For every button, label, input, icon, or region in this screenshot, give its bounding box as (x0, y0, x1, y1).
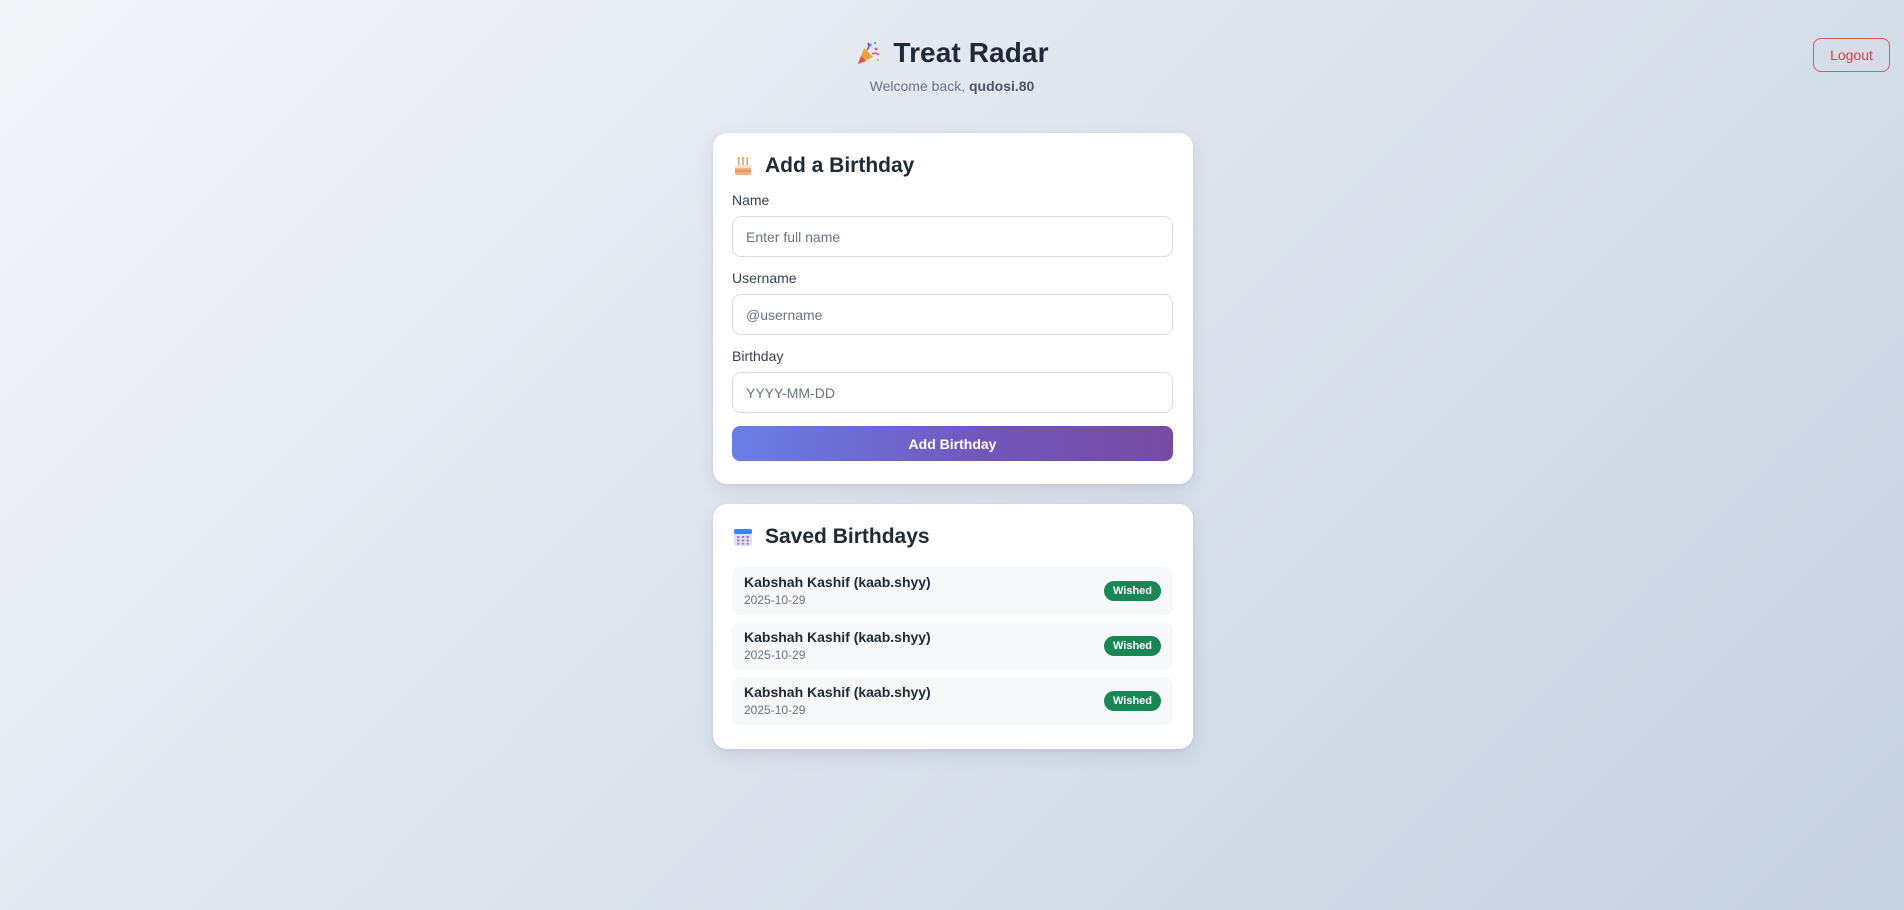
list-item-info: Kabshah Kashif (kaab.shyy) 2025-10-29 (744, 629, 931, 663)
list-item[interactable]: Kabshah Kashif (kaab.shyy) 2025-10-29 Wi… (732, 567, 1173, 615)
add-card-title: Add a Birthday (765, 154, 915, 177)
current-username: qudosi.80 (968, 78, 1035, 94)
birthday-date: 2025-10-29 (744, 648, 806, 662)
name-label: Name (732, 192, 770, 208)
list-item[interactable]: Kabshah Kashif (kaab.shyy) 2025-10-29 Wi… (732, 677, 1173, 725)
status-badge: Wished (1104, 636, 1161, 656)
birthday-cake-icon (732, 155, 754, 177)
birthday-label: Birthday (732, 348, 784, 364)
page-header: Treat Radar Welcome back, qudosi.80 (0, 36, 1904, 94)
status-badge: Wished (1104, 691, 1161, 711)
name-input[interactable] (732, 216, 1173, 257)
birthday-person-name: Kabshah Kashif (kaab.shyy) (744, 684, 931, 700)
birthday-date: 2025-10-29 (744, 593, 806, 607)
username-label: Username (732, 270, 797, 286)
title-row: Treat Radar (0, 36, 1904, 70)
list-item[interactable]: Kabshah Kashif (kaab.shyy) 2025-10-29 Wi… (732, 622, 1173, 670)
birthday-person-name: Kabshah Kashif (kaab.shyy) (744, 629, 931, 645)
welcome-message: Welcome back, qudosi.80 (0, 78, 1904, 94)
add-birthday-button[interactable]: Add Birthday (732, 426, 1173, 461)
calendar-icon (732, 526, 754, 548)
status-badge: Wished (1104, 581, 1161, 601)
list-item-info: Kabshah Kashif (kaab.shyy) 2025-10-29 (744, 574, 931, 608)
birthday-person-name: Kabshah Kashif (kaab.shyy) (744, 574, 931, 590)
add-card-header: Add a Birthday (732, 153, 1174, 179)
saved-card-title: Saved Birthdays (765, 525, 930, 548)
birthday-date: 2025-10-29 (744, 703, 806, 717)
add-birthday-card: Add a Birthday Name Username Birthday Ad… (713, 133, 1193, 484)
app-title: Treat Radar (893, 37, 1049, 68)
party-popper-icon (855, 40, 881, 66)
welcome-prefix: Welcome back, (869, 78, 969, 94)
saved-birthdays-card: Saved Birthdays Kabshah Kashif (kaab.shy… (713, 504, 1193, 749)
saved-birthdays-list: Kabshah Kashif (kaab.shyy) 2025-10-29 Wi… (732, 567, 1174, 725)
saved-card-header: Saved Birthdays (732, 524, 1174, 550)
list-item-info: Kabshah Kashif (kaab.shyy) 2025-10-29 (744, 684, 931, 718)
birthday-input[interactable] (732, 372, 1173, 413)
username-input[interactable] (732, 294, 1173, 335)
